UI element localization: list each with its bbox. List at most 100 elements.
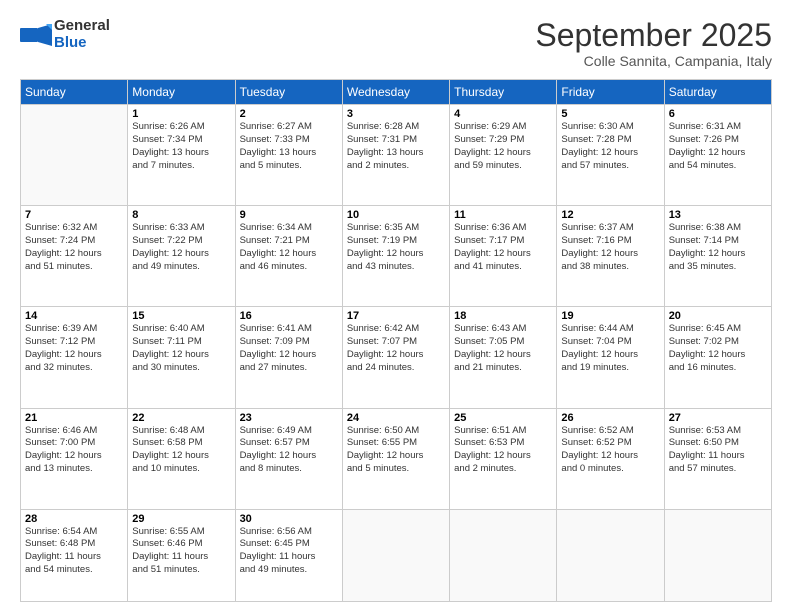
day-info: Sunrise: 6:40 AMSunset: 7:11 PMDaylight:… (132, 323, 230, 374)
col-tuesday: Tuesday (235, 80, 342, 105)
calendar-cell: 19Sunrise: 6:44 AMSunset: 7:04 PMDayligh… (557, 307, 664, 408)
day-number: 5 (561, 108, 659, 120)
calendar-cell: 29Sunrise: 6:55 AMSunset: 6:46 PMDayligh… (128, 509, 235, 601)
calendar-cell: 10Sunrise: 6:35 AMSunset: 7:19 PMDayligh… (342, 206, 449, 307)
calendar-cell (21, 105, 128, 206)
day-info: Sunrise: 6:26 AMSunset: 7:34 PMDaylight:… (132, 121, 230, 172)
calendar-header-row: Sunday Monday Tuesday Wednesday Thursday… (21, 80, 772, 105)
calendar-cell: 12Sunrise: 6:37 AMSunset: 7:16 PMDayligh… (557, 206, 664, 307)
day-info: Sunrise: 6:38 AMSunset: 7:14 PMDaylight:… (669, 222, 767, 273)
day-info: Sunrise: 6:54 AMSunset: 6:48 PMDaylight:… (25, 526, 123, 577)
calendar-cell: 16Sunrise: 6:41 AMSunset: 7:09 PMDayligh… (235, 307, 342, 408)
day-number: 29 (132, 513, 230, 525)
day-number: 28 (25, 513, 123, 525)
calendar-cell: 14Sunrise: 6:39 AMSunset: 7:12 PMDayligh… (21, 307, 128, 408)
calendar-cell (342, 509, 449, 601)
day-number: 12 (561, 209, 659, 221)
day-number: 1 (132, 108, 230, 120)
day-number: 17 (347, 310, 445, 322)
day-number: 23 (240, 412, 338, 424)
day-number: 10 (347, 209, 445, 221)
calendar-cell: 30Sunrise: 6:56 AMSunset: 6:45 PMDayligh… (235, 509, 342, 601)
calendar-cell: 20Sunrise: 6:45 AMSunset: 7:02 PMDayligh… (664, 307, 771, 408)
col-friday: Friday (557, 80, 664, 105)
calendar-cell (557, 509, 664, 601)
calendar-cell: 27Sunrise: 6:53 AMSunset: 6:50 PMDayligh… (664, 408, 771, 509)
calendar-cell: 24Sunrise: 6:50 AMSunset: 6:55 PMDayligh… (342, 408, 449, 509)
day-info: Sunrise: 6:33 AMSunset: 7:22 PMDaylight:… (132, 222, 230, 273)
day-info: Sunrise: 6:56 AMSunset: 6:45 PMDaylight:… (240, 526, 338, 577)
day-number: 7 (25, 209, 123, 221)
calendar-cell: 22Sunrise: 6:48 AMSunset: 6:58 PMDayligh… (128, 408, 235, 509)
day-info: Sunrise: 6:49 AMSunset: 6:57 PMDaylight:… (240, 425, 338, 476)
logo-general: General (54, 18, 110, 35)
day-info: Sunrise: 6:44 AMSunset: 7:04 PMDaylight:… (561, 323, 659, 374)
location: Colle Sannita, Campania, Italy (535, 53, 772, 69)
day-info: Sunrise: 6:32 AMSunset: 7:24 PMDaylight:… (25, 222, 123, 273)
col-monday: Monday (128, 80, 235, 105)
calendar-cell: 11Sunrise: 6:36 AMSunset: 7:17 PMDayligh… (450, 206, 557, 307)
logo: General Blue (20, 18, 110, 51)
logo-icon (20, 24, 52, 46)
col-thursday: Thursday (450, 80, 557, 105)
day-info: Sunrise: 6:27 AMSunset: 7:33 PMDaylight:… (240, 121, 338, 172)
day-info: Sunrise: 6:28 AMSunset: 7:31 PMDaylight:… (347, 121, 445, 172)
day-number: 4 (454, 108, 552, 120)
day-number: 22 (132, 412, 230, 424)
calendar-cell: 21Sunrise: 6:46 AMSunset: 7:00 PMDayligh… (21, 408, 128, 509)
col-saturday: Saturday (664, 80, 771, 105)
calendar-cell: 23Sunrise: 6:49 AMSunset: 6:57 PMDayligh… (235, 408, 342, 509)
day-number: 8 (132, 209, 230, 221)
calendar-cell: 15Sunrise: 6:40 AMSunset: 7:11 PMDayligh… (128, 307, 235, 408)
day-number: 25 (454, 412, 552, 424)
day-number: 11 (454, 209, 552, 221)
day-number: 20 (669, 310, 767, 322)
calendar-cell: 8Sunrise: 6:33 AMSunset: 7:22 PMDaylight… (128, 206, 235, 307)
calendar-cell: 6Sunrise: 6:31 AMSunset: 7:26 PMDaylight… (664, 105, 771, 206)
calendar-cell: 9Sunrise: 6:34 AMSunset: 7:21 PMDaylight… (235, 206, 342, 307)
col-wednesday: Wednesday (342, 80, 449, 105)
calendar-cell: 28Sunrise: 6:54 AMSunset: 6:48 PMDayligh… (21, 509, 128, 601)
calendar-cell: 4Sunrise: 6:29 AMSunset: 7:29 PMDaylight… (450, 105, 557, 206)
day-number: 9 (240, 209, 338, 221)
day-number: 6 (669, 108, 767, 120)
day-info: Sunrise: 6:35 AMSunset: 7:19 PMDaylight:… (347, 222, 445, 273)
day-info: Sunrise: 6:45 AMSunset: 7:02 PMDaylight:… (669, 323, 767, 374)
calendar-cell: 5Sunrise: 6:30 AMSunset: 7:28 PMDaylight… (557, 105, 664, 206)
calendar-table: Sunday Monday Tuesday Wednesday Thursday… (20, 79, 772, 602)
day-info: Sunrise: 6:48 AMSunset: 6:58 PMDaylight:… (132, 425, 230, 476)
calendar-cell: 1Sunrise: 6:26 AMSunset: 7:34 PMDaylight… (128, 105, 235, 206)
calendar-cell (450, 509, 557, 601)
calendar-cell: 13Sunrise: 6:38 AMSunset: 7:14 PMDayligh… (664, 206, 771, 307)
calendar-cell: 17Sunrise: 6:42 AMSunset: 7:07 PMDayligh… (342, 307, 449, 408)
calendar-cell: 7Sunrise: 6:32 AMSunset: 7:24 PMDaylight… (21, 206, 128, 307)
calendar-cell: 18Sunrise: 6:43 AMSunset: 7:05 PMDayligh… (450, 307, 557, 408)
day-info: Sunrise: 6:43 AMSunset: 7:05 PMDaylight:… (454, 323, 552, 374)
logo-blue: Blue (54, 35, 110, 52)
day-number: 13 (669, 209, 767, 221)
calendar-cell: 25Sunrise: 6:51 AMSunset: 6:53 PMDayligh… (450, 408, 557, 509)
day-number: 14 (25, 310, 123, 322)
header: General Blue September 2025 Colle Sannit… (20, 18, 772, 69)
day-number: 16 (240, 310, 338, 322)
month-title: September 2025 (535, 18, 772, 53)
day-info: Sunrise: 6:46 AMSunset: 7:00 PMDaylight:… (25, 425, 123, 476)
day-number: 30 (240, 513, 338, 525)
day-info: Sunrise: 6:41 AMSunset: 7:09 PMDaylight:… (240, 323, 338, 374)
day-info: Sunrise: 6:39 AMSunset: 7:12 PMDaylight:… (25, 323, 123, 374)
page: General Blue September 2025 Colle Sannit… (0, 0, 792, 612)
calendar-cell: 3Sunrise: 6:28 AMSunset: 7:31 PMDaylight… (342, 105, 449, 206)
day-info: Sunrise: 6:30 AMSunset: 7:28 PMDaylight:… (561, 121, 659, 172)
day-info: Sunrise: 6:51 AMSunset: 6:53 PMDaylight:… (454, 425, 552, 476)
day-number: 18 (454, 310, 552, 322)
day-number: 27 (669, 412, 767, 424)
day-info: Sunrise: 6:31 AMSunset: 7:26 PMDaylight:… (669, 121, 767, 172)
day-info: Sunrise: 6:52 AMSunset: 6:52 PMDaylight:… (561, 425, 659, 476)
title-block: September 2025 Colle Sannita, Campania, … (535, 18, 772, 69)
day-number: 15 (132, 310, 230, 322)
calendar-cell: 26Sunrise: 6:52 AMSunset: 6:52 PMDayligh… (557, 408, 664, 509)
day-info: Sunrise: 6:53 AMSunset: 6:50 PMDaylight:… (669, 425, 767, 476)
day-info: Sunrise: 6:36 AMSunset: 7:17 PMDaylight:… (454, 222, 552, 273)
col-sunday: Sunday (21, 80, 128, 105)
calendar-cell: 2Sunrise: 6:27 AMSunset: 7:33 PMDaylight… (235, 105, 342, 206)
